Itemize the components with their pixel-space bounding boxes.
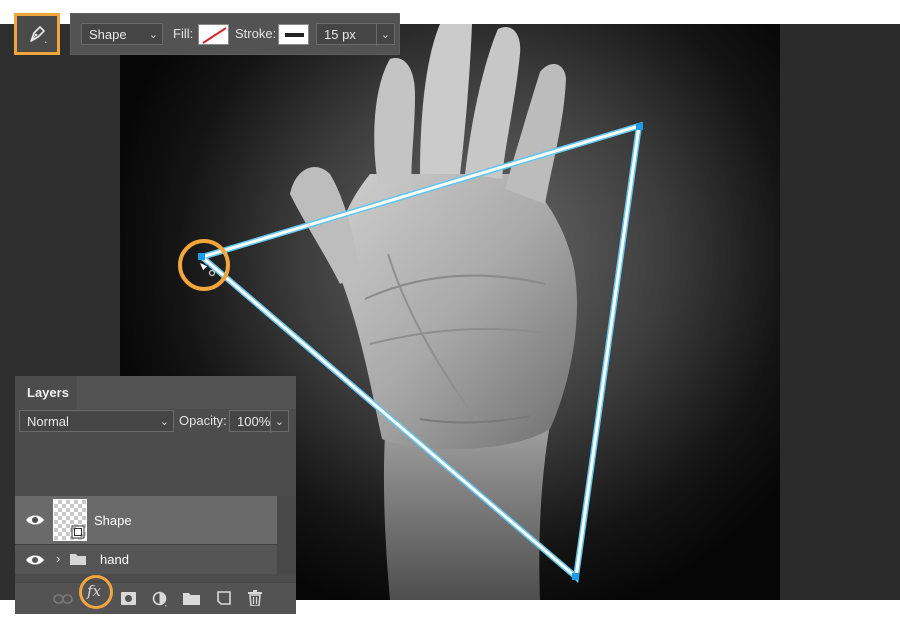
layer-name: hand (100, 552, 129, 567)
new-layer-icon[interactable] (217, 591, 231, 605)
fx-icon[interactable]: fx (87, 582, 101, 600)
link-icon[interactable] (53, 594, 73, 604)
tool-mode-dropdown[interactable]: Shape ⌄ (81, 23, 163, 45)
mask-icon[interactable] (121, 592, 136, 605)
shape-layer-thumbnail (53, 499, 87, 541)
opacity-dropdown[interactable]: 100% ⌄ (229, 410, 289, 433)
eye-icon[interactable] (25, 553, 45, 567)
eye-icon[interactable] (25, 513, 45, 527)
layers-scrollbar[interactable] (277, 496, 296, 574)
layers-panel: Layers Normal ⌄ Opacity: 100% ⌄ Shape › (15, 376, 296, 614)
layer-name: Shape (94, 513, 132, 528)
fill-label: Fill: (173, 26, 194, 41)
fill-swatch[interactable] (198, 24, 229, 45)
trash-icon[interactable] (248, 590, 262, 606)
blend-mode-dropdown[interactable]: Normal ⌄ (19, 410, 174, 432)
pen-tool-icon (30, 26, 47, 43)
chevron-down-icon: ⌄ (375, 24, 390, 46)
options-bar: Shape ⌄ Fill: Stroke: 15 px ⌄ (70, 13, 400, 55)
layers-footer-toolbar (15, 582, 296, 614)
opacity-value: 100% (237, 414, 271, 429)
folder-icon (70, 554, 86, 565)
stroke-width-dropdown[interactable]: 15 px ⌄ (316, 23, 395, 46)
stroke-label: Stroke: (235, 26, 277, 41)
opacity-label: Opacity: (179, 413, 227, 428)
layers-tab[interactable]: Layers (15, 376, 77, 409)
chevron-down-icon: ⌄ (269, 411, 284, 433)
stroke-swatch[interactable] (278, 24, 309, 45)
new-group-folder-icon[interactable] (183, 592, 200, 605)
adjustment-icon[interactable] (152, 591, 168, 607)
chevron-down-icon: ⌄ (148, 29, 158, 41)
layer-row-hand[interactable]: › hand (15, 544, 277, 574)
right-panel-area (780, 24, 900, 600)
stroke-line-icon (285, 33, 304, 37)
no-fill-icon (202, 27, 227, 44)
tool-mode-value: Shape (89, 27, 127, 42)
chevron-down-icon: ⌄ (159, 416, 169, 428)
stroke-width-value: 15 px (324, 27, 356, 42)
chevron-right-icon[interactable]: › (56, 551, 60, 566)
blend-mode-value: Normal (27, 414, 69, 429)
shape-layer-badge-icon (71, 525, 85, 539)
pen-tool-button[interactable] (14, 13, 60, 55)
layer-row-shape[interactable]: Shape (15, 496, 277, 544)
